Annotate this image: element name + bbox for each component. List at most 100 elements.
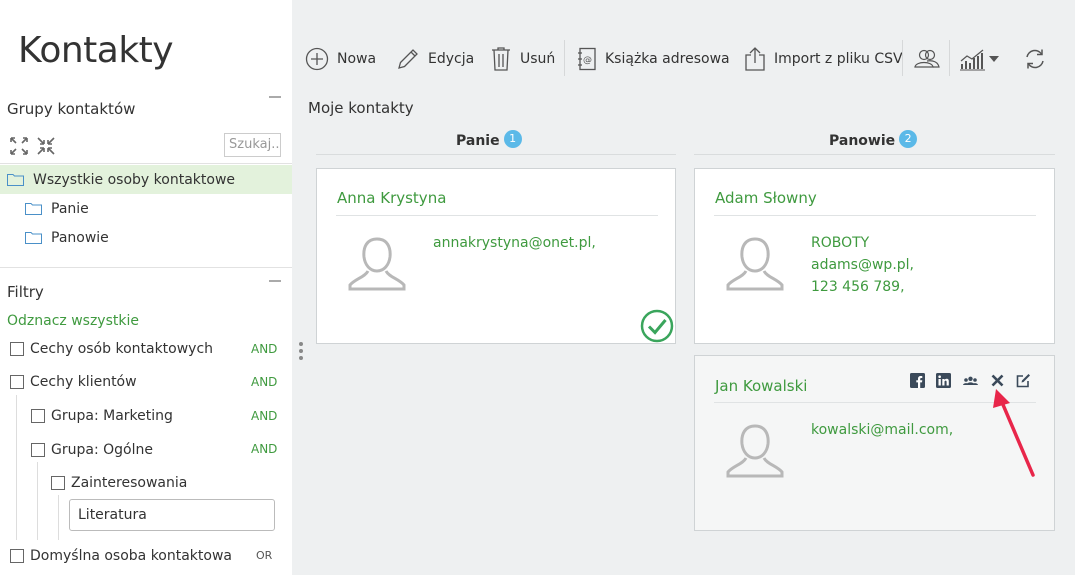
- toolbar-separator: [564, 40, 565, 76]
- filter-label: Cechy klientów: [30, 374, 137, 390]
- contact-email[interactable]: adams@wp.pl,: [811, 254, 914, 276]
- selected-check-icon[interactable]: [640, 309, 674, 343]
- delete-button[interactable]: Usuń: [490, 44, 555, 74]
- contact-card[interactable]: Adam Słowny ROBOTY adams@wp.pl, 123 456 …: [694, 168, 1055, 344]
- collapse-all-icon[interactable]: [36, 136, 56, 156]
- annotation-arrow-icon: [993, 389, 1035, 477]
- edit-button[interactable]: Edycja: [396, 44, 474, 74]
- filters-heading: Filtry: [7, 283, 44, 301]
- filter-item[interactable]: Cechy klientów: [10, 374, 137, 390]
- contact-card[interactable]: Anna Krystyna annakrystyna@onet.pl,: [316, 168, 676, 344]
- contact-details: ROBOTY adams@wp.pl, 123 456 789,: [811, 232, 914, 298]
- group-item-all[interactable]: Wszystkie osoby kontaktowe: [0, 165, 292, 194]
- groups-divider: [0, 163, 292, 164]
- address-book-button[interactable]: @ Książka adresowa: [577, 44, 730, 74]
- groups-collapse-button[interactable]: [269, 96, 281, 98]
- card-divider: [336, 215, 658, 216]
- import-csv-button[interactable]: Import z pliku CSV: [744, 44, 903, 74]
- contact-email[interactable]: annakrystyna@onet.pl,: [433, 232, 596, 254]
- new-button-label: Nowa: [337, 51, 377, 67]
- group-search-input[interactable]: Szukaj...: [224, 133, 281, 157]
- filter-item[interactable]: Zainteresowania: [51, 475, 187, 491]
- filter-item[interactable]: Grupa: Marketing: [31, 408, 173, 424]
- filter-logic-toggle[interactable]: OR: [256, 549, 272, 562]
- clear-all-filters-link[interactable]: Odznacz wszystkie: [7, 313, 139, 329]
- contact-name[interactable]: Adam Słowny: [715, 189, 817, 207]
- caret-down-icon: [989, 56, 999, 62]
- group-item-panie[interactable]: Panie: [0, 194, 292, 223]
- filter-logic-toggle[interactable]: AND: [251, 375, 277, 389]
- delete-button-label: Usuń: [520, 51, 556, 67]
- address-book-label: Książka adresowa: [605, 51, 730, 67]
- resize-handle-icon[interactable]: [299, 341, 303, 361]
- filter-item[interactable]: Cechy osób kontaktowych: [10, 341, 213, 357]
- filter-label: Domyślna osoba kontaktowa: [30, 548, 233, 564]
- filter-item[interactable]: Grupa: Ogólne: [31, 442, 153, 458]
- filter-label: Grupa: Ogólne: [51, 442, 153, 458]
- main-area: Nowa Edycja Usuń @ Książka adresowa Impo…: [292, 0, 1075, 575]
- filter-checkbox[interactable]: [31, 409, 45, 423]
- filter-label: Zainteresowania: [71, 475, 188, 491]
- address-book-icon: @: [578, 47, 596, 71]
- app-title: Kontakty: [18, 30, 174, 71]
- folder-icon: [25, 232, 42, 244]
- new-button[interactable]: Nowa: [305, 44, 376, 74]
- column-label: Panowie: [829, 133, 896, 149]
- filters-collapse-button[interactable]: [269, 280, 281, 282]
- trash-icon: [492, 47, 510, 71]
- avatar-placeholder-icon: [726, 424, 784, 478]
- contact-name[interactable]: Jan Kowalski: [715, 377, 807, 395]
- filter-logic-toggle[interactable]: AND: [251, 442, 277, 456]
- interest-value-input[interactable]: Literatura: [69, 499, 275, 531]
- filter-checkbox[interactable]: [10, 549, 24, 563]
- edit-button-label: Edycja: [428, 51, 475, 67]
- tree-line: [16, 395, 17, 540]
- contact-details: annakrystyna@onet.pl,: [433, 232, 596, 254]
- expand-all-icon[interactable]: [9, 136, 29, 156]
- linkedin-icon[interactable]: [936, 373, 951, 388]
- filter-label: Cechy osób kontaktowych: [30, 341, 214, 357]
- column-label: Panie: [456, 133, 500, 149]
- filter-checkbox[interactable]: [10, 342, 24, 356]
- group-item-label: Wszystkie osoby kontaktowe: [33, 171, 236, 188]
- groups-heading: Grupy kontaktów: [7, 100, 136, 118]
- contact-company: ROBOTY: [811, 235, 870, 251]
- users-button[interactable]: [913, 44, 949, 74]
- refresh-button[interactable]: [1024, 44, 1054, 74]
- refresh-icon: [1026, 49, 1044, 69]
- users-icon: [914, 49, 940, 68]
- contact-name[interactable]: Anna Krystyna: [337, 189, 446, 207]
- filter-logic-toggle[interactable]: AND: [251, 342, 277, 356]
- contacts-title: Moje kontakty: [308, 99, 414, 117]
- stats-dropdown-button[interactable]: [959, 44, 1007, 74]
- filter-item[interactable]: Domyślna osoba kontaktowa: [10, 548, 232, 564]
- filter-checkbox[interactable]: [31, 443, 45, 457]
- pencil-icon: [398, 49, 418, 69]
- count-badge: 1: [503, 130, 522, 148]
- filter-label: Grupa: Marketing: [51, 408, 173, 424]
- plus-circle-icon: [305, 47, 329, 71]
- toolbar-separator: [902, 40, 903, 76]
- upload-icon: [745, 47, 765, 71]
- facebook-icon[interactable]: [910, 373, 925, 388]
- contact-email[interactable]: kowalski@mail.com,: [811, 419, 953, 441]
- tree-line: [58, 495, 59, 540]
- folder-icon: [7, 174, 24, 186]
- import-csv-label: Import z pliku CSV: [774, 51, 903, 67]
- group-icon[interactable]: [962, 373, 979, 388]
- sidebar: Kontakty Grupy kontaktów Szukaj... Wszys…: [0, 0, 292, 575]
- toolbar-separator: [949, 40, 950, 76]
- folder-icon: [25, 203, 42, 215]
- filter-checkbox[interactable]: [51, 476, 65, 490]
- filter-logic-toggle[interactable]: AND: [251, 409, 277, 423]
- filter-checkbox[interactable]: [10, 375, 24, 389]
- contact-details: kowalski@mail.com,: [811, 419, 953, 441]
- bar-chart-icon: [960, 49, 985, 71]
- svg-text:@: @: [583, 56, 592, 66]
- filters-divider: [0, 267, 292, 268]
- contact-phone[interactable]: 123 456 789,: [811, 276, 914, 298]
- avatar-placeholder-icon: [348, 237, 406, 291]
- column-header-panowie: Panowie 2: [829, 130, 918, 149]
- group-item-panowie[interactable]: Panowie: [0, 223, 292, 252]
- count-badge: 2: [899, 130, 918, 148]
